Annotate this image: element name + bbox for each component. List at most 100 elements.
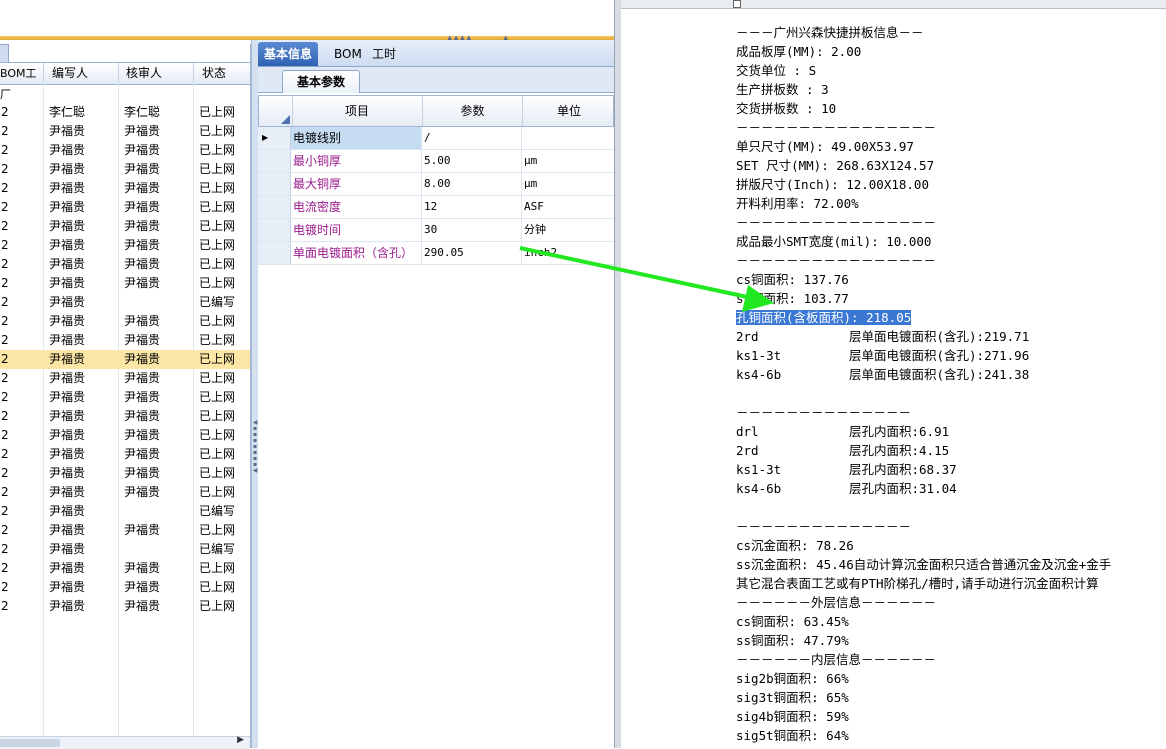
table-row[interactable]: 2 尹福贵 已编写: [0, 540, 250, 559]
table-row[interactable]: 2 尹福贵 尹福贵 已上网: [0, 483, 250, 502]
report-line: ss铜面积: 103.77: [736, 289, 1166, 308]
layer-name: ks1-3t: [736, 348, 782, 363]
cell-unit[interactable]: [522, 127, 614, 149]
cell-value[interactable]: 8.00: [422, 173, 522, 195]
cell-status: 已上网: [199, 580, 236, 594]
table-row[interactable]: 2 尹福贵 尹福贵 已上网: [0, 236, 250, 255]
cell-reviewer: 尹福贵: [124, 238, 161, 252]
left-tab-stub[interactable]: [0, 44, 9, 64]
cell-bom-factory: 2: [1, 466, 9, 480]
cell-reviewer: 尹福贵: [124, 162, 161, 176]
table-row[interactable]: 2 尹福贵 尹福贵 已上网: [0, 407, 250, 426]
line-text: 单只尺寸(MM): 49.00X53.97: [736, 139, 914, 154]
table-row[interactable]: 2 尹福贵 尹福贵 已上网: [0, 597, 250, 616]
row-header[interactable]: ▶: [258, 127, 291, 149]
toolbar-area: [0, 0, 614, 36]
cell-value[interactable]: 290.05: [422, 242, 522, 264]
table-row[interactable]: 2 尹福贵 已编写: [0, 293, 250, 312]
cell-bom-factory: 2: [1, 390, 9, 404]
line-text: cs铜面积: 63.45%: [736, 614, 849, 629]
panel-info-report[interactable]: －－－广州兴森快捷拼板信息－－ 成品板厚(MM): 2.00 交货单位 : S 生产拼…: [736, 23, 1166, 745]
column-header-bom-factory[interactable]: BOM工厂: [0, 63, 44, 101]
cell-reviewer: 尹福贵: [124, 124, 161, 138]
cell-status: 已上网: [199, 200, 236, 214]
report-line: 交货拼板数 : 10: [736, 99, 1166, 118]
column-header-item[interactable]: 项目: [292, 96, 423, 126]
cell-reviewer: 尹福贵: [124, 276, 161, 290]
cell-unit[interactable]: μm: [522, 173, 614, 195]
line-text: 成品最小SMT宽度(mil): 10.000: [736, 234, 932, 249]
table-row[interactable]: ▶ 电镀线别 /: [258, 127, 614, 150]
cell-bom-factory: 2: [1, 200, 9, 214]
table-row[interactable]: 2 尹福贵 尹福贵 已上网: [0, 160, 250, 179]
table-row[interactable]: 2 尹福贵 尹福贵 已上网: [0, 122, 250, 141]
tab-bom[interactable]: BOM: [328, 42, 368, 66]
table-row[interactable]: 2 尹福贵 尹福贵 已上网: [0, 388, 250, 407]
report-line: [736, 384, 1166, 403]
cell-author: 尹福贵: [49, 580, 86, 594]
table-row[interactable]: 2 尹福贵 尹福贵 已上网: [0, 445, 250, 464]
table-row[interactable]: 2 尹福贵 尹福贵 已上网: [0, 255, 250, 274]
cell-unit[interactable]: ASF: [522, 196, 614, 218]
table-row[interactable]: 2 李仁聪 李仁聪 已上网: [0, 103, 250, 122]
cell-unit[interactable]: inch2: [522, 242, 614, 264]
column-header-author[interactable]: 编写人: [44, 63, 119, 84]
cell-value[interactable]: 12: [422, 196, 522, 218]
tab-work-hours[interactable]: 工时: [366, 42, 402, 66]
layer-name: ks4-6b: [736, 367, 782, 382]
report-line: cs铜面积: 137.76: [736, 270, 1166, 289]
line-text: －－－－－－－－－－－－－－－－: [736, 120, 937, 135]
cell-reviewer: 尹福贵: [124, 409, 161, 423]
horizontal-scrollbar[interactable]: ▶: [0, 735, 250, 749]
cell-unit[interactable]: μm: [522, 150, 614, 172]
cell-bom-factory: 2: [1, 276, 9, 290]
scrollbar-thumb[interactable]: [0, 739, 60, 747]
table-row[interactable]: 2 尹福贵 尹福贵 已上网: [0, 312, 250, 331]
table-row[interactable]: 2 尹福贵 尹福贵 已上网: [0, 521, 250, 540]
table-row[interactable]: 2 尹福贵 尹福贵 已上网: [0, 559, 250, 578]
cell-author: 尹福贵: [49, 124, 86, 138]
table-row[interactable]: 2 尹福贵 尹福贵 已上网: [0, 331, 250, 350]
column-header-status[interactable]: 状态: [194, 63, 250, 84]
tab-basic-params[interactable]: 基本参数: [282, 70, 360, 93]
table-row[interactable]: 2 尹福贵 已编写: [0, 502, 250, 521]
table-row[interactable]: 2 尹福贵 尹福贵 已上网: [0, 369, 250, 388]
table-row[interactable]: 2 尹福贵 尹福贵 已上网: [0, 274, 250, 293]
table-row[interactable]: 最大铜厚 8.00 μm: [258, 173, 614, 196]
grid-corner[interactable]: [259, 96, 293, 126]
row-header[interactable]: [258, 219, 291, 241]
scroll-right-icon[interactable]: ▶: [237, 735, 244, 745]
cell-value[interactable]: /: [422, 127, 522, 149]
row-header[interactable]: [258, 173, 291, 195]
table-row[interactable]: 电流密度 12 ASF: [258, 196, 614, 219]
table-row[interactable]: 2 尹福贵 尹福贵 已上网: [0, 426, 250, 445]
report-line: 2rd 层孔内面积:4.15: [736, 441, 1166, 460]
row-header[interactable]: [258, 150, 291, 172]
table-row[interactable]: 2 尹福贵 尹福贵 已上网: [0, 464, 250, 483]
row-header[interactable]: [258, 196, 291, 218]
table-row[interactable]: 2 尹福贵 尹福贵 已上网: [0, 198, 250, 217]
cell-author: 尹福贵: [49, 504, 86, 518]
detail-panel: 基本信息 BOM 工时 基本参数 项目 参数 单位 ▶ 电镀线别 / 最小铜厚 5.00…: [258, 40, 614, 748]
table-row[interactable]: 2 尹福贵 尹福贵 已上网: [0, 350, 250, 369]
cell-status: 已编写: [199, 295, 236, 309]
cell-value[interactable]: 30: [422, 219, 522, 241]
table-row[interactable]: 电镀时间 30 分钟: [258, 219, 614, 242]
line-text: ss铜面积: 103.77: [736, 291, 849, 306]
tab-basic-info[interactable]: 基本信息: [258, 42, 319, 66]
table-row[interactable]: 2 尹福贵 尹福贵 已上网: [0, 141, 250, 160]
cell-unit[interactable]: 分钟: [522, 219, 614, 241]
column-header-unit[interactable]: 单位: [523, 96, 615, 126]
cell-reviewer: 尹福贵: [124, 257, 161, 271]
table-row[interactable]: 单面电镀面积（含孔） 290.05 inch2: [258, 242, 614, 265]
table-row[interactable]: 2 尹福贵 尹福贵 已上网: [0, 179, 250, 198]
column-header-value[interactable]: 参数: [423, 96, 523, 126]
cell-value[interactable]: 5.00: [422, 150, 522, 172]
table-row[interactable]: 最小铜厚 5.00 μm: [258, 150, 614, 173]
row-header[interactable]: [258, 242, 291, 264]
bom-list-header: BOM工厂 编写人 核审人 状态: [0, 62, 250, 101]
table-row[interactable]: 2 尹福贵 尹福贵 已上网: [0, 578, 250, 597]
table-row[interactable]: 2 尹福贵 尹福贵 已上网: [0, 217, 250, 236]
column-header-reviewer[interactable]: 核审人: [119, 63, 194, 84]
ruler-marker-icon[interactable]: [733, 0, 741, 8]
